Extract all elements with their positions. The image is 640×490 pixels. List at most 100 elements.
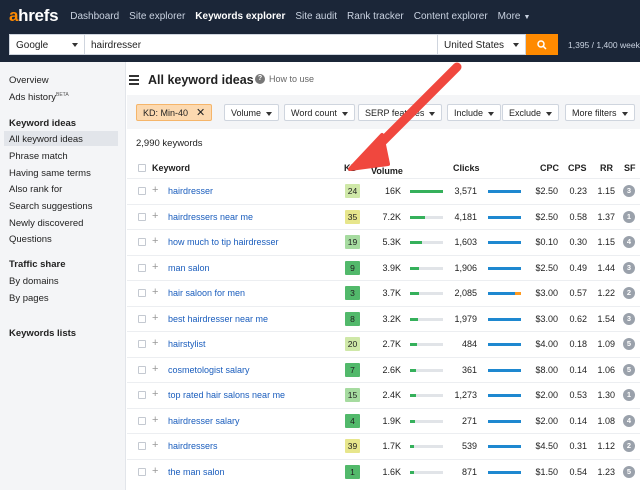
exclude-filter[interactable]: Exclude [502, 104, 560, 121]
serp-features-badge[interactable]: 3 [623, 185, 635, 197]
row-checkbox[interactable] [138, 212, 146, 221]
sidebar-item-by-domains[interactable]: By domains [9, 276, 59, 287]
nav-keywords-explorer[interactable]: Keywords explorer [195, 11, 285, 22]
row-checkbox[interactable] [138, 187, 146, 195]
add-to-list-icon[interactable]: + [152, 261, 158, 273]
sidebar-item-newly-discovered[interactable]: Newly discovered [9, 218, 83, 229]
clicks-bar [488, 215, 521, 219]
row-checkbox[interactable] [138, 314, 146, 323]
sidebar-item-ads-history[interactable]: Ads historyBETA [9, 92, 69, 103]
add-to-list-icon[interactable]: + [152, 389, 158, 400]
cpc-value: $4.00 [535, 339, 558, 349]
clicks-value: 871 [461, 466, 477, 477]
keyword-link[interactable]: hairdresser salary [168, 416, 240, 426]
more-filters-button[interactable]: More filters [565, 104, 635, 121]
keyword-link[interactable]: hairdresser [168, 186, 213, 196]
keyword-link[interactable]: man salon [168, 263, 210, 273]
row-checkbox[interactable] [138, 442, 146, 450]
add-to-list-icon[interactable]: + [152, 287, 158, 298]
keyword-link[interactable]: top rated hair salons near me [168, 390, 285, 400]
column-rr[interactable]: RR [600, 163, 613, 173]
kd-badge: 15 [345, 388, 360, 402]
row-checkbox[interactable] [138, 238, 146, 246]
column-kd[interactable]: KD [344, 163, 357, 173]
nav-site-audit[interactable]: Site audit [295, 11, 337, 22]
sidebar-item-phrase-match[interactable]: Phrase match [9, 151, 68, 162]
close-icon[interactable]: ✕ [196, 107, 205, 119]
serp-features-badge[interactable]: 2 [623, 287, 635, 299]
keyword-link[interactable]: how much to tip hairdresser [168, 237, 279, 247]
keyword-link[interactable]: hairdressers near me [168, 212, 253, 222]
serp-features-badge[interactable]: 5 [623, 338, 635, 350]
add-to-list-icon[interactable]: + [152, 236, 158, 247]
add-to-list-icon[interactable]: + [152, 312, 158, 324]
keyword-link[interactable]: hairstylist [168, 339, 206, 349]
sidebar-item-questions[interactable]: Questions [9, 234, 52, 245]
kd-filter-chip[interactable]: KD: Min-40 ✕ [136, 104, 213, 121]
sidebar-item-overview[interactable]: Overview [9, 75, 49, 86]
serp-features-badge[interactable]: 2 [623, 440, 635, 452]
row-checkbox[interactable] [138, 289, 146, 297]
serp-features-badge[interactable]: 5 [623, 363, 635, 376]
sidebar-item-all-keyword-ideas[interactable]: All keyword ideas [9, 134, 83, 145]
keyword-link[interactable]: best hairdresser near me [168, 314, 268, 324]
sidebar-item-also-rank-for[interactable]: Also rank for [9, 184, 62, 195]
row-checkbox[interactable] [138, 467, 146, 476]
clicks-value: 2,085 [454, 288, 477, 298]
chevron-down-icon [266, 111, 273, 116]
nav-more[interactable]: More ▼ [498, 11, 531, 22]
clicks-value: 361 [461, 364, 477, 375]
rr-value: 1.22 [597, 288, 615, 298]
word-count-filter[interactable]: Word count [284, 104, 355, 121]
serp-features-filter[interactable]: SERP features [358, 104, 443, 121]
keyword-link[interactable]: hair saloon for men [168, 288, 245, 298]
keyword-link[interactable]: cosmetologist salary [168, 365, 250, 375]
search-engine-select[interactable]: Google [9, 34, 85, 55]
add-to-list-icon[interactable]: + [152, 440, 158, 451]
nav-site-explorer[interactable]: Site explorer [129, 11, 185, 22]
column-cpc[interactable]: CPC [540, 163, 559, 173]
nav-content-explorer[interactable]: Content explorer [414, 11, 488, 22]
volume-filter[interactable]: Volume [224, 104, 280, 121]
keyword-link[interactable]: the man salon [168, 467, 225, 477]
row-checkbox[interactable] [138, 340, 146, 348]
row-checkbox[interactable] [138, 391, 146, 399]
keyword-link[interactable]: hairdressers [168, 441, 218, 451]
how-to-use-link[interactable]: ? How to use [255, 74, 314, 84]
column-sf[interactable]: SF [624, 163, 636, 173]
column-clicks[interactable]: Clicks [453, 163, 480, 173]
add-to-list-icon[interactable]: + [152, 210, 158, 222]
serp-features-badge[interactable]: 5 [623, 465, 635, 478]
row-checkbox[interactable] [138, 416, 146, 425]
country-select[interactable]: United States [437, 34, 526, 55]
add-to-list-icon[interactable]: + [152, 465, 158, 477]
include-filter[interactable]: Include [447, 104, 502, 121]
select-all-checkbox[interactable] [138, 164, 146, 172]
serp-features-badge[interactable]: 3 [623, 312, 635, 325]
column-cps[interactable]: CPS [568, 163, 587, 173]
search-button[interactable] [526, 34, 558, 55]
row-checkbox[interactable] [138, 263, 146, 272]
keyword-input[interactable]: hairdresser [84, 34, 438, 55]
menu-icon[interactable] [129, 75, 139, 87]
cps-value: 0.14 [569, 364, 587, 375]
add-to-list-icon[interactable]: + [152, 363, 158, 375]
serp-features-badge[interactable]: 3 [623, 261, 635, 274]
add-to-list-icon[interactable]: + [152, 414, 158, 426]
add-to-list-icon[interactable]: + [152, 185, 158, 196]
nav-dashboard[interactable]: Dashboard [70, 11, 119, 22]
column-keyword[interactable]: Keyword [152, 163, 190, 173]
sidebar-item-having-same-terms[interactable]: Having same terms [9, 168, 91, 179]
sidebar-item-by-pages[interactable]: By pages [9, 293, 49, 304]
ahrefs-logo[interactable]: ahrefs [9, 6, 59, 26]
sidebar-item-search-suggestions[interactable]: Search suggestions [9, 201, 92, 212]
nav-rank-tracker[interactable]: Rank tracker [347, 11, 404, 22]
serp-features-badge[interactable]: 4 [623, 236, 635, 248]
serp-features-badge[interactable]: 4 [623, 414, 635, 427]
chevron-down-icon [513, 43, 519, 47]
serp-features-badge[interactable]: 1 [623, 389, 635, 401]
serp-features-badge[interactable]: 1 [623, 210, 635, 223]
row-checkbox[interactable] [138, 365, 146, 374]
sidebar-header-keywords-lists[interactable]: Keywords lists [9, 328, 76, 339]
add-to-list-icon[interactable]: + [152, 338, 158, 349]
